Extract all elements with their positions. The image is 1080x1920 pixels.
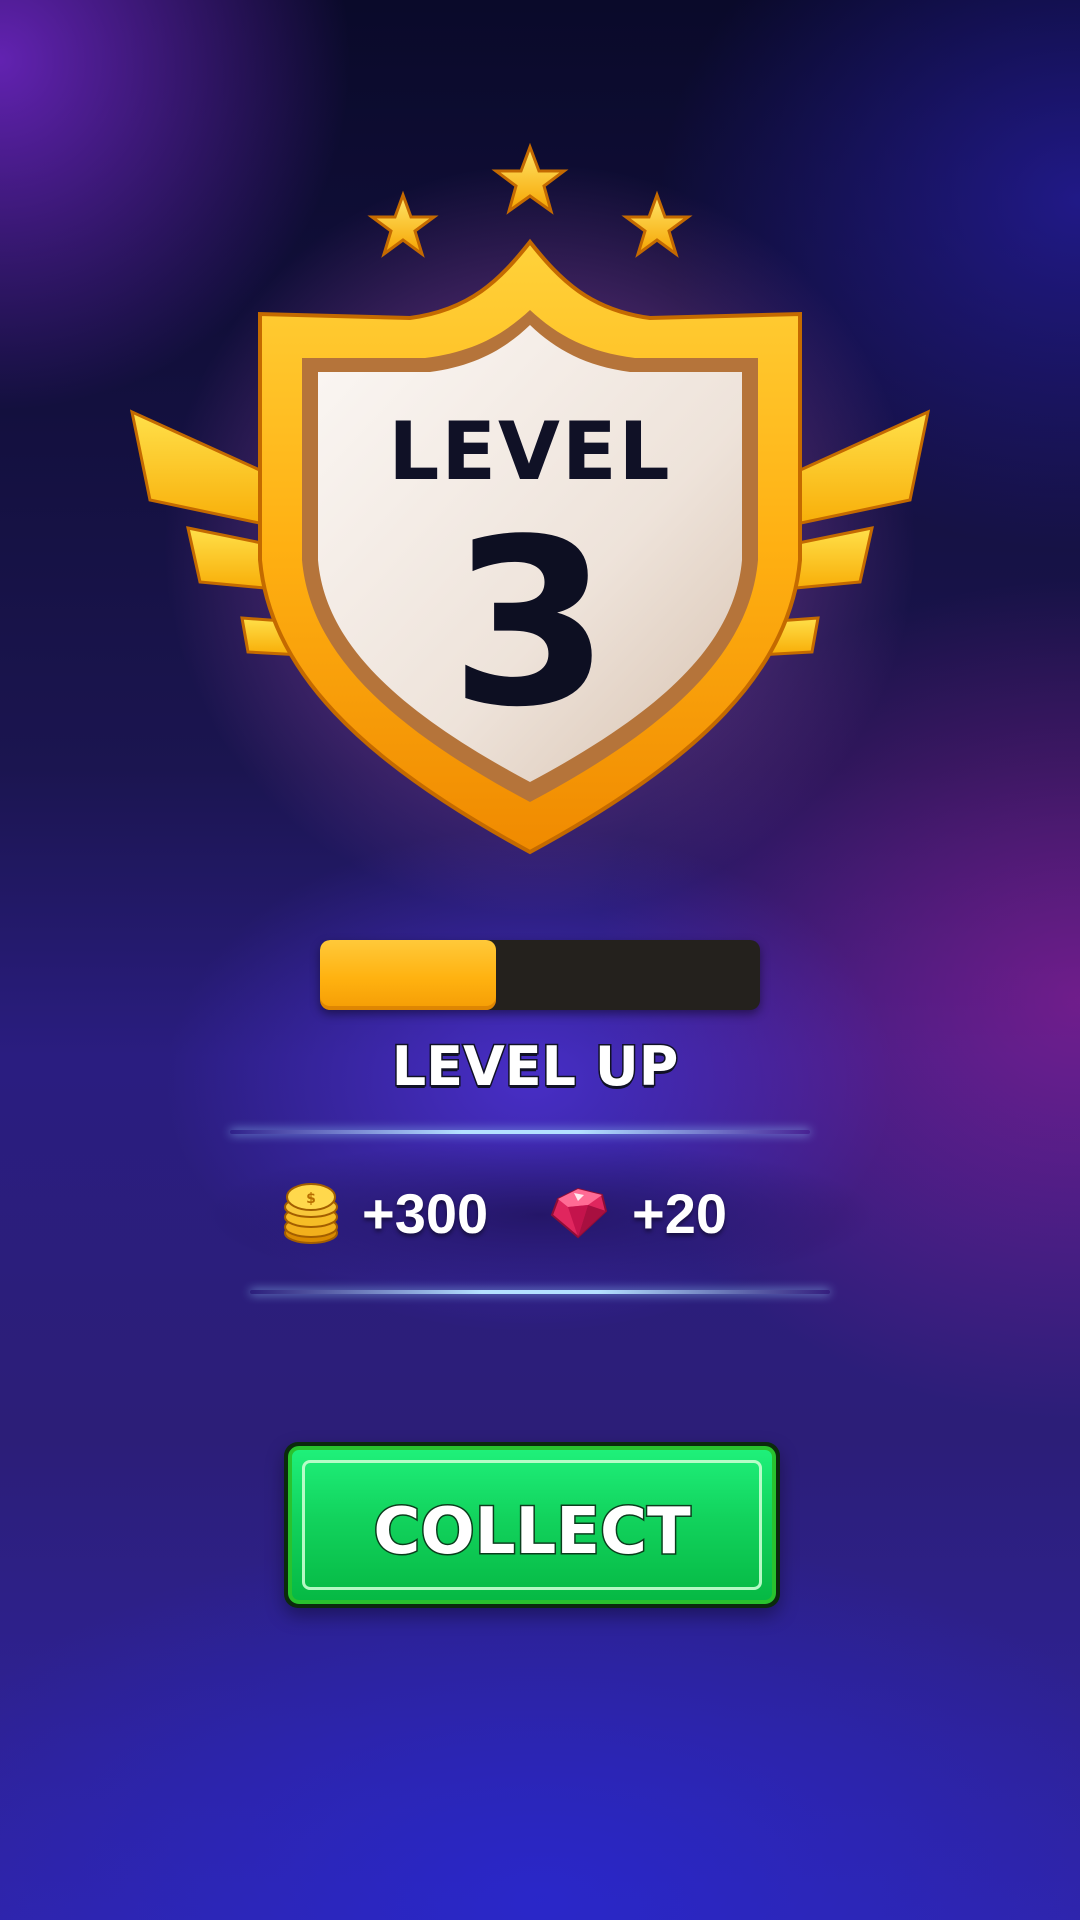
level-label: LEVEL (388, 405, 672, 498)
reward-coins: $ +300 (282, 1178, 488, 1248)
rewards-divider-top (230, 1130, 810, 1134)
collect-button-face[interactable]: COLLECT (288, 1446, 776, 1604)
star-center-icon (491, 142, 569, 215)
level-progress-bar (320, 940, 760, 1010)
level-number: 3 (449, 491, 611, 758)
gem-icon (550, 1187, 608, 1239)
svg-text:$: $ (306, 1191, 316, 1207)
level-up-text: LEVEL UP (390, 1034, 680, 1100)
collect-button-label: COLLECT (372, 1494, 692, 1571)
collect-button[interactable]: COLLECT (284, 1442, 780, 1608)
coin-stack-icon: $ (284, 1183, 338, 1244)
level-progress-fill (320, 940, 496, 1010)
reward-gems-value: +20 (632, 1181, 727, 1245)
reward-coins-value: +300 (362, 1181, 489, 1245)
rewards-divider-bottom (250, 1290, 830, 1294)
star-left-icon (367, 190, 439, 258)
reward-gems: +20 (548, 1178, 727, 1248)
star-right-icon (621, 190, 693, 258)
